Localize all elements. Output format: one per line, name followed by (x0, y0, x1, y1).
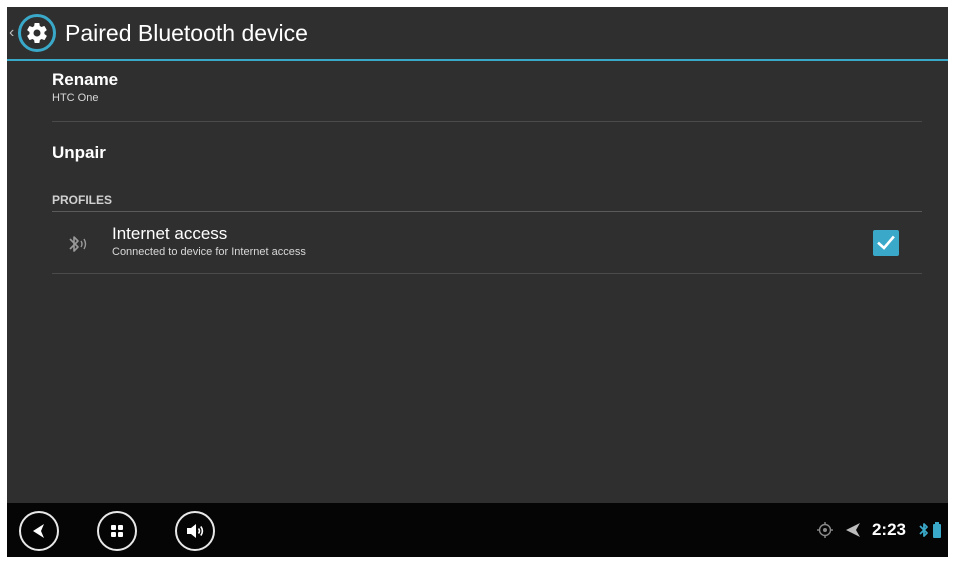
menu-button[interactable] (97, 511, 137, 551)
internet-access-subtitle: Connected to device for Internet access (112, 246, 306, 258)
bluetooth-icon (919, 523, 928, 537)
gps-icon (816, 522, 833, 538)
back-button[interactable] (19, 511, 59, 551)
section-divider (52, 211, 922, 212)
header: ‹ Paired Bluetooth device (7, 7, 948, 59)
status-area: 2:23 (816, 517, 942, 543)
volume-button[interactable] (175, 511, 215, 551)
divider (52, 121, 922, 122)
unpair-item[interactable]: Unpair (52, 142, 922, 164)
checkmark-icon (877, 235, 895, 250)
internet-access-checkbox[interactable] (873, 230, 899, 256)
internet-access-item[interactable]: Internet access Connected to device for … (112, 223, 852, 260)
screen: ‹ Paired Bluetooth device Rename HTC One… (7, 7, 948, 557)
bottom-bar: 2:23 (7, 503, 948, 557)
battery-icon (933, 522, 941, 538)
unpair-title: Unpair (52, 143, 106, 162)
navigation-arrow-icon (845, 523, 860, 537)
header-divider (7, 59, 948, 61)
settings-button[interactable] (18, 14, 56, 52)
grid-menu-icon (111, 525, 123, 537)
rename-title: Rename (52, 70, 119, 89)
divider (52, 273, 922, 274)
volume-icon (187, 524, 204, 538)
rename-item[interactable]: Rename HTC One (52, 69, 922, 106)
gear-icon (27, 23, 47, 44)
back-arrow-icon (33, 524, 44, 538)
page-title: Paired Bluetooth device (65, 20, 308, 46)
rename-device-name: HTC One (52, 92, 99, 104)
bluetooth-icon (69, 236, 87, 252)
profiles-section-header: PROFILES (52, 193, 113, 207)
internet-access-title: Internet access (112, 224, 228, 243)
clock-time: 2:23 (871, 520, 906, 539)
